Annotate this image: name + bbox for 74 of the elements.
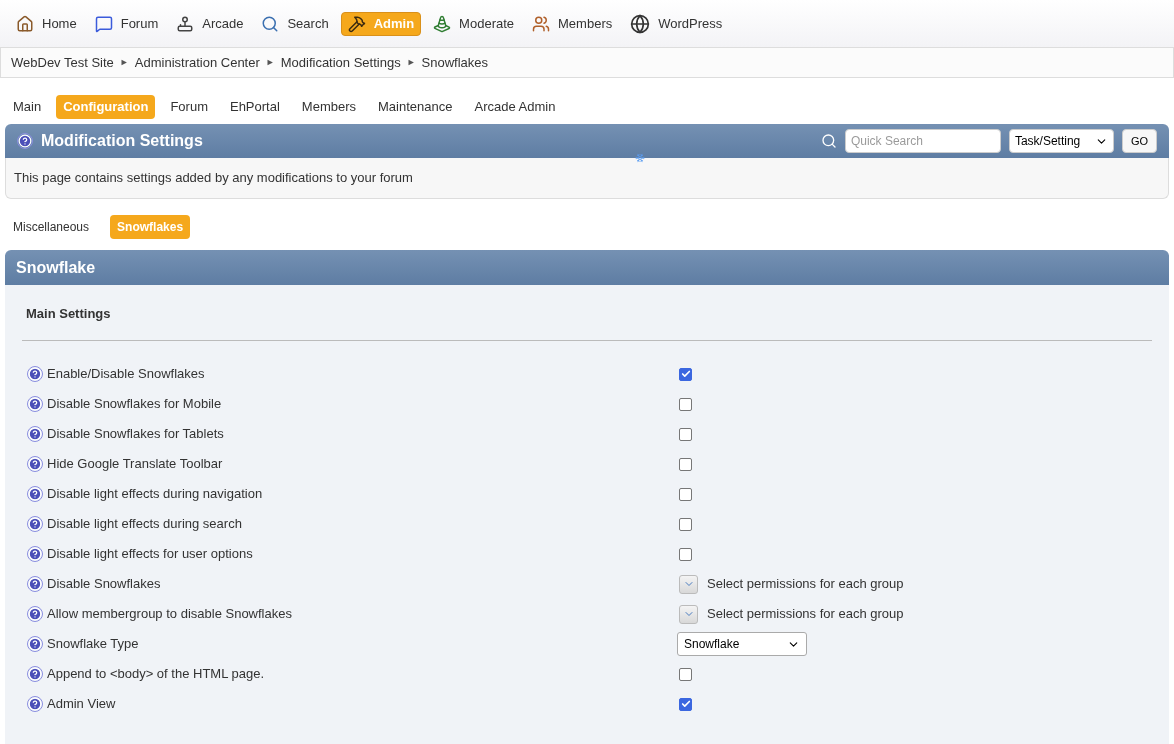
house-icon xyxy=(16,14,34,33)
permissions-text: Select permissions for each group xyxy=(707,575,904,594)
menu-item[interactable]: WordPress xyxy=(624,11,729,36)
go-button[interactable]: GO xyxy=(1121,129,1157,153)
breadcrumb-link[interactable]: Administration Center xyxy=(134,52,260,73)
breadcrumb-link[interactable]: WebDev Test Site xyxy=(11,52,114,73)
admin-tab[interactable]: EhPortal xyxy=(222,95,287,119)
setting-label: Disable Snowflakes for Mobile xyxy=(47,395,222,414)
setting-label: Allow membergroup to disable Snowflakes xyxy=(47,605,292,624)
breadcrumb-separator: ► xyxy=(406,55,416,69)
help-icon[interactable] xyxy=(27,636,43,652)
joystick-icon xyxy=(176,14,195,33)
people-icon xyxy=(532,14,551,33)
setting-label: Hide Google Translate Toolbar xyxy=(47,455,223,474)
help-icon[interactable] xyxy=(17,133,33,149)
search-icon xyxy=(261,14,280,33)
help-icon[interactable] xyxy=(27,456,43,472)
settings-subheading: Main Settings xyxy=(25,305,112,322)
admin-tab[interactable]: Maintenance xyxy=(371,95,460,119)
help-icon[interactable] xyxy=(27,576,43,592)
snowflake-type-select[interactable]: Snowflake xyxy=(677,632,807,656)
menu-item[interactable]: Forum xyxy=(88,11,165,36)
checkbox[interactable] xyxy=(679,427,692,441)
admin-tab[interactable]: Members xyxy=(294,95,364,119)
setting-label: Disable Snowflakes for Tablets xyxy=(47,425,224,444)
menu-item[interactable]: Arcade xyxy=(170,11,250,36)
search-type-select[interactable]: Task/Setting xyxy=(1008,129,1114,153)
checkbox[interactable] xyxy=(679,487,692,501)
admin-tab[interactable]: Arcade Admin xyxy=(467,95,563,119)
setting-label: Append to <body> of the HTML page. xyxy=(47,665,265,684)
setting-label: Disable Snowflakes xyxy=(47,575,161,594)
hammer-icon xyxy=(347,14,366,33)
sub-tab[interactable]: Miscellaneous xyxy=(6,215,97,239)
help-icon[interactable] xyxy=(27,606,43,622)
breadcrumb-link[interactable]: Snowflakes xyxy=(421,52,489,73)
checkbox[interactable] xyxy=(679,697,692,711)
checkbox[interactable] xyxy=(679,457,692,471)
checkbox[interactable] xyxy=(679,397,692,411)
setting-label: Disable light effects during search xyxy=(47,515,242,534)
checkbox[interactable] xyxy=(679,667,692,681)
menu-item[interactable]: Members xyxy=(526,11,619,36)
help-icon[interactable] xyxy=(27,516,43,532)
setting-label: Admin View xyxy=(47,695,116,714)
breadcrumb-separator: ► xyxy=(265,55,275,69)
help-icon[interactable] xyxy=(27,486,43,502)
setting-label: Enable/Disable Snowflakes xyxy=(47,365,205,384)
snowflake-icon xyxy=(635,153,645,163)
permissions-text: Select permissions for each group xyxy=(707,605,904,624)
admin-tab[interactable]: Main xyxy=(6,95,49,119)
breadcrumb-separator: ► xyxy=(119,55,129,69)
search-icon xyxy=(820,133,837,149)
help-icon[interactable] xyxy=(27,426,43,442)
checkbox[interactable] xyxy=(679,367,692,381)
globe-icon xyxy=(630,13,651,34)
menu-item[interactable]: Moderate xyxy=(427,11,521,36)
help-icon[interactable] xyxy=(27,696,43,712)
help-icon[interactable] xyxy=(27,666,43,682)
panel-title: Snowflake xyxy=(16,257,96,278)
setting-label: Disable light effects for user options xyxy=(47,545,253,564)
help-icon[interactable] xyxy=(27,366,43,382)
help-icon[interactable] xyxy=(27,546,43,562)
checkbox[interactable] xyxy=(679,517,692,531)
section-title: Modification Settings xyxy=(41,131,203,151)
breadcrumb-link[interactable]: Modification Settings xyxy=(280,52,401,73)
help-icon[interactable] xyxy=(27,396,43,412)
admin-tab[interactable]: Forum xyxy=(163,95,215,119)
quick-search-field[interactable]: Quick Search xyxy=(844,129,1001,153)
menu-item[interactable]: Home xyxy=(10,11,83,36)
menu-item[interactable]: Search xyxy=(255,11,335,36)
setting-label: Snowflake Type xyxy=(47,635,139,654)
description-text: This page contains settings added by any modifications to your forum xyxy=(14,169,413,188)
checkbox[interactable] xyxy=(679,547,692,561)
speech-bubble-icon xyxy=(94,14,113,33)
setting-label: Disable light effects during navigation xyxy=(47,485,263,504)
